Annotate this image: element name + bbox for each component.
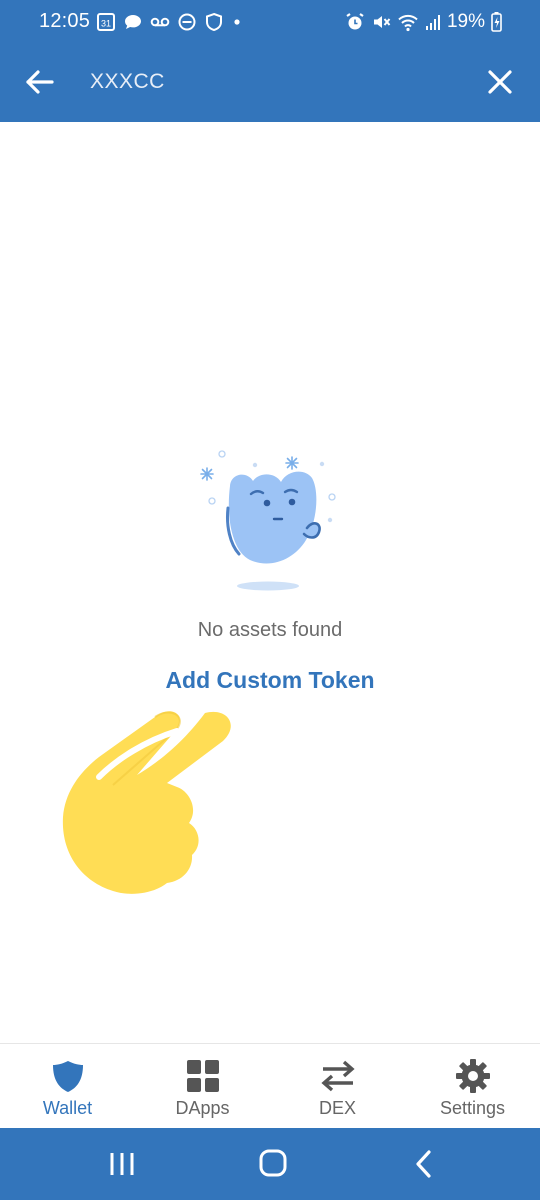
nav-dapps[interactable]: DApps [135, 1044, 270, 1129]
nav-dapps-label: DApps [175, 1098, 230, 1118]
recent-apps-icon[interactable] [102, 1146, 142, 1182]
back-arrow-icon[interactable] [22, 64, 58, 100]
add-custom-token-label[interactable]: Add Custom Token [165, 667, 374, 693]
home-icon[interactable] [253, 1146, 293, 1182]
shield-outline-icon [206, 12, 222, 32]
add-custom-token-link: Add Custom Token [0, 667, 540, 694]
empty-state-illustration [200, 450, 336, 591]
dot-icon [234, 19, 240, 25]
swap-arrows-icon [320, 1060, 355, 1092]
chat-bubble-icon [125, 15, 141, 29]
gear-icon [455, 1059, 490, 1093]
signal-icon [425, 15, 440, 30]
status-time: 12:05 [39, 10, 91, 32]
nav-wallet[interactable]: Wallet [0, 1044, 135, 1129]
voicemail-icon [150, 17, 170, 27]
search-app-bar [0, 44, 540, 122]
battery-charging-icon [491, 12, 502, 32]
system-navigation-bar [0, 1128, 540, 1200]
close-icon[interactable] [480, 62, 520, 102]
pointing-hand-icon [62, 711, 231, 894]
battery-percent: 19% [446, 11, 485, 32]
status-bar: 12:05 31 19% [0, 0, 540, 44]
nav-settings-label: Settings [439, 1098, 506, 1118]
empty-state-message: No assets found [197, 619, 343, 641]
nav-dex[interactable]: DEX [270, 1044, 405, 1129]
do-not-disturb-icon [178, 13, 196, 31]
status-notification-icons: 31 [96, 11, 243, 33]
mute-icon [373, 16, 391, 28]
alarm-icon [346, 13, 364, 30]
shield-icon [52, 1061, 83, 1092]
nav-wallet-label: Wallet [42, 1098, 93, 1118]
grid-icon [186, 1060, 219, 1092]
search-input[interactable] [90, 64, 470, 100]
wifi-icon [398, 14, 418, 32]
status-system-icons: 19% [345, 9, 502, 35]
calendar-icon: 31 [97, 13, 115, 31]
calendar-day: 31 [101, 19, 111, 29]
nav-dex-label: DEX [318, 1098, 356, 1118]
bottom-navigation: Wallet DApps DEX Settings [0, 1043, 540, 1129]
nav-settings[interactable]: Settings [405, 1044, 540, 1129]
system-back-icon[interactable] [405, 1146, 445, 1182]
